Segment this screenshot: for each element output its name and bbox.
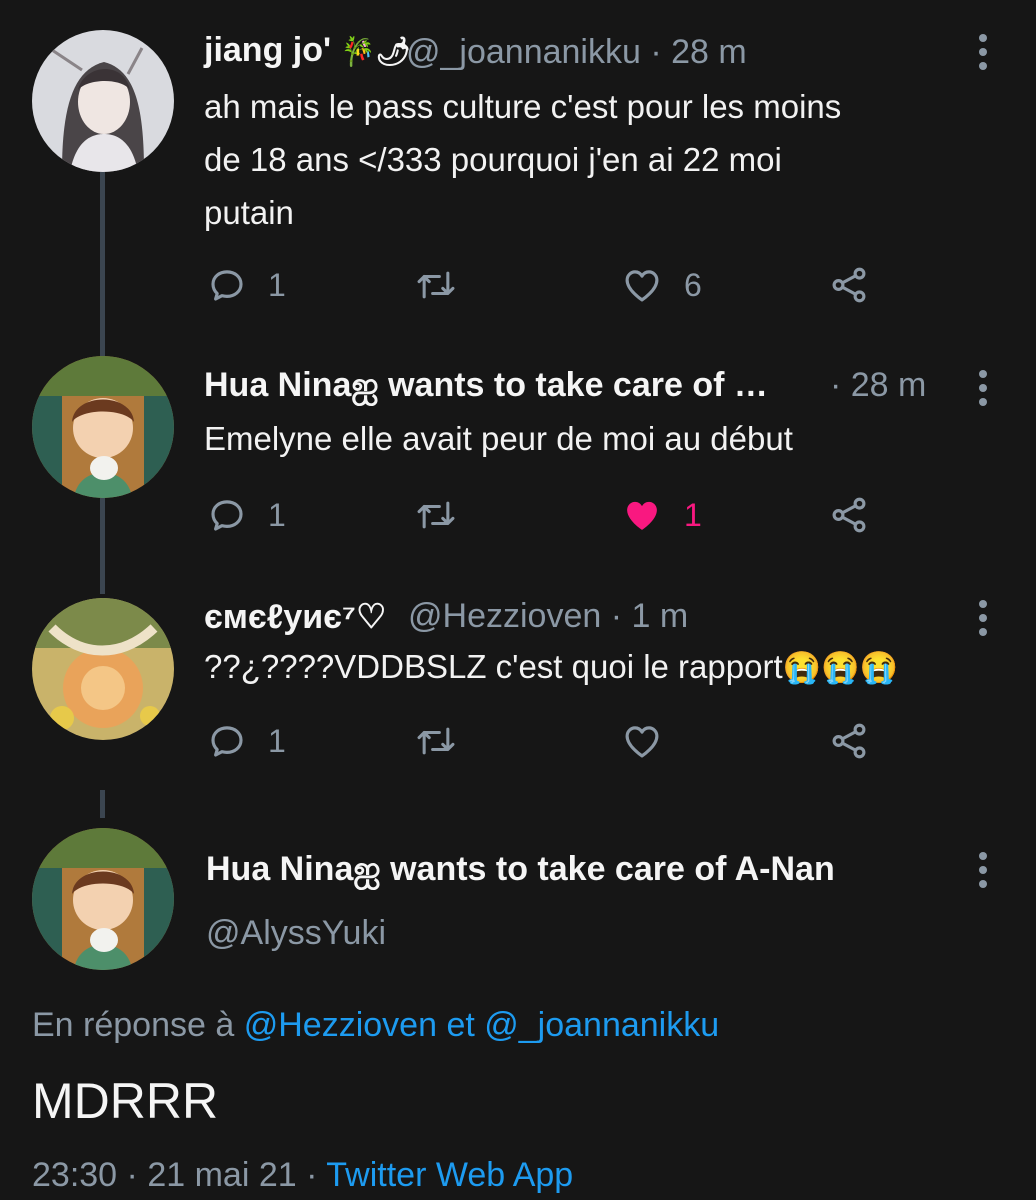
timestamp[interactable]: · 28 m	[830, 366, 926, 405]
tweet-time[interactable]: 23:30	[32, 1156, 117, 1194]
more-menu-icon[interactable]	[977, 852, 989, 888]
share-button[interactable]	[828, 264, 870, 306]
reply-button[interactable]: 1	[206, 720, 286, 762]
thread-line	[100, 498, 105, 594]
share-icon	[832, 267, 866, 303]
retweet-icon	[417, 271, 455, 299]
more-menu-icon[interactable]	[977, 34, 989, 70]
tweet-text: Emelyne elle avait peur de moi au début	[204, 420, 793, 457]
avatar[interactable]	[32, 30, 174, 172]
main-tweet-text: MDRRR	[32, 1073, 219, 1129]
share-button[interactable]	[828, 720, 870, 762]
timestamp[interactable]: · 1 m	[611, 597, 688, 635]
loudly-crying-face-emoji: 😭😭😭	[782, 650, 899, 685]
retweet-icon	[417, 501, 455, 529]
retweet-button[interactable]	[414, 264, 458, 306]
reply-icon	[211, 500, 243, 531]
reply-context: En réponse à @Hezzioven et @_joannanikku	[32, 1006, 720, 1044]
retweet-button[interactable]	[414, 494, 458, 536]
retweet-icon	[417, 727, 455, 755]
mention-link[interactable]: @Hezzioven	[244, 1006, 437, 1044]
like-button[interactable]	[620, 720, 664, 762]
author-name[interactable]: Hua Ninaஐ wants to take care of A-Nan	[206, 850, 835, 893]
tweet-text: ??¿????VDDBSLZ c'est quoi le rapport😭😭😭	[204, 648, 899, 685]
retweet-button[interactable]	[414, 720, 458, 762]
like-count: 1	[684, 496, 702, 533]
like-button[interactable]: 1	[620, 494, 702, 536]
heart-icon	[625, 270, 659, 302]
tweet-date[interactable]: 21 mai 21	[147, 1156, 296, 1194]
reply-icon	[211, 270, 243, 301]
author-name[interactable]: jiang jo' 🎋🌶	[204, 31, 411, 70]
reply-button[interactable]: 1	[206, 494, 286, 536]
thread-line	[100, 790, 105, 818]
reply-count: 1	[268, 266, 286, 303]
mention-link[interactable]: @_joannanikku	[484, 1006, 719, 1044]
tweet-metadata: 23:30 · 21 mai 21 · Twitter Web App	[32, 1156, 574, 1194]
like-button[interactable]: 6	[620, 264, 702, 306]
more-menu-icon[interactable]	[977, 370, 989, 406]
tweet-text: ah mais le pass culture c'est pour les m…	[204, 88, 842, 231]
avatar[interactable]	[32, 828, 174, 970]
author-handle[interactable]: @_joannanikku	[406, 33, 641, 71]
heart-icon	[625, 726, 659, 758]
reply-button[interactable]: 1	[206, 264, 286, 306]
thread-line	[100, 170, 105, 362]
share-button[interactable]	[828, 494, 870, 536]
bamboo-chili-emoji: 🎋🌶	[340, 36, 411, 67]
reply-count: 1	[268, 722, 286, 759]
share-icon	[832, 497, 866, 533]
author-handle[interactable]: @Hezzioven	[408, 597, 601, 635]
author-name[interactable]: Hua Ninaஐ wants to take care of …	[204, 366, 768, 409]
reply-count: 1	[268, 496, 286, 533]
source-link[interactable]: Twitter Web App	[326, 1156, 573, 1194]
author-handle-time: @_joannanikku · 28 m	[406, 33, 747, 72]
author-handle-time: @Hezzioven · 1 m	[408, 597, 688, 636]
like-count: 6	[684, 266, 702, 303]
avatar[interactable]	[32, 356, 174, 498]
avatar[interactable]	[32, 598, 174, 740]
heart-filled-icon	[627, 501, 657, 530]
timestamp[interactable]: · 28 m	[650, 33, 746, 71]
reply-icon	[211, 726, 243, 757]
author-handle[interactable]: @AlyssYuki	[206, 914, 386, 953]
more-menu-icon[interactable]	[977, 600, 989, 636]
share-icon	[832, 723, 866, 759]
author-name[interactable]: ємєℓуиє⁷♡	[204, 597, 386, 637]
